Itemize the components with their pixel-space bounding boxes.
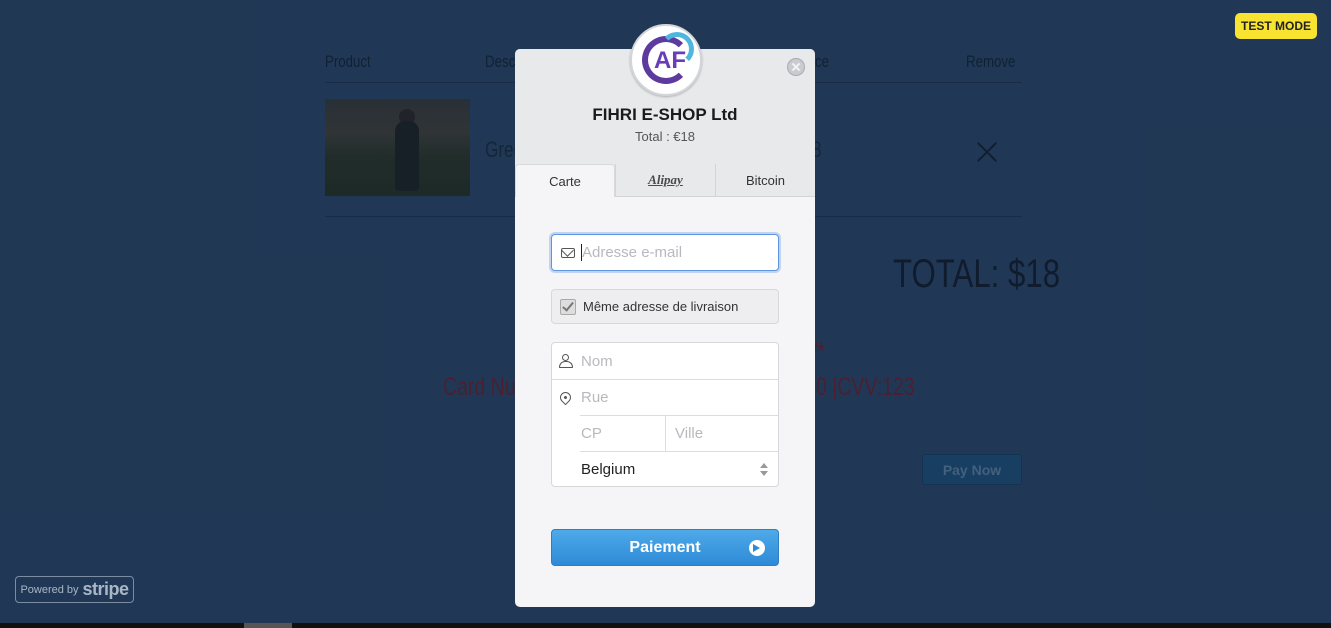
name-field[interactable]: Nom <box>552 343 778 379</box>
tab-alipay[interactable]: Alipay <box>615 164 715 197</box>
tab-carte[interactable]: Carte <box>515 164 615 197</box>
person-icon <box>559 354 573 368</box>
close-icon[interactable] <box>787 58 805 76</box>
same-address-checkbox[interactable]: Même adresse de livraison <box>551 289 779 324</box>
shop-logo: AF <box>630 24 702 96</box>
checkout-modal: AF FIHRI E-SHOP Ltd Total : €18 Carte Al… <box>515 24 815 607</box>
city-placeholder: Ville <box>675 424 704 442</box>
stripe-logo: stripe <box>82 579 130 599</box>
country-select[interactable]: Belgium <box>552 451 778 487</box>
pay-button-label: Paiement <box>629 538 701 556</box>
email-field[interactable]: Adresse e-mail <box>551 234 779 271</box>
tab-bitcoin[interactable]: Bitcoin <box>715 164 815 197</box>
shop-name: FIHRI E-SHOP Ltd <box>592 105 738 124</box>
bottom-bar <box>0 623 1331 628</box>
location-pin-icon <box>557 389 574 405</box>
scrollbar-thumb[interactable] <box>244 623 292 628</box>
email-placeholder: Adresse e-mail <box>582 244 683 261</box>
powered-by-stripe[interactable]: Powered by stripe <box>15 576 134 603</box>
powered-by-label: Powered by <box>20 583 79 596</box>
zip-placeholder: CP <box>581 424 602 442</box>
checkbox-icon[interactable] <box>560 298 576 315</box>
select-arrows-icon <box>760 463 768 477</box>
same-address-label: Même adresse de livraison <box>583 299 739 314</box>
payment-tabs: Carte Alipay Bitcoin <box>515 164 815 197</box>
alipay-logo: Alipay <box>648 172 683 187</box>
pay-button[interactable]: Paiement <box>551 529 779 566</box>
city-field[interactable]: Ville <box>646 415 778 451</box>
test-mode-badge: TEST MODE <box>1235 13 1317 39</box>
name-placeholder: Nom <box>581 352 613 370</box>
street-field[interactable]: Rue <box>552 379 778 415</box>
arrow-right-icon <box>749 540 765 556</box>
country-value: Belgium <box>581 460 636 478</box>
checkout-total: Total : €18 <box>635 129 695 144</box>
email-icon <box>561 247 575 258</box>
logo-text: AF <box>654 47 686 74</box>
address-group: Nom Rue CP Ville Belgium <box>551 342 779 487</box>
street-placeholder: Rue <box>581 388 609 406</box>
